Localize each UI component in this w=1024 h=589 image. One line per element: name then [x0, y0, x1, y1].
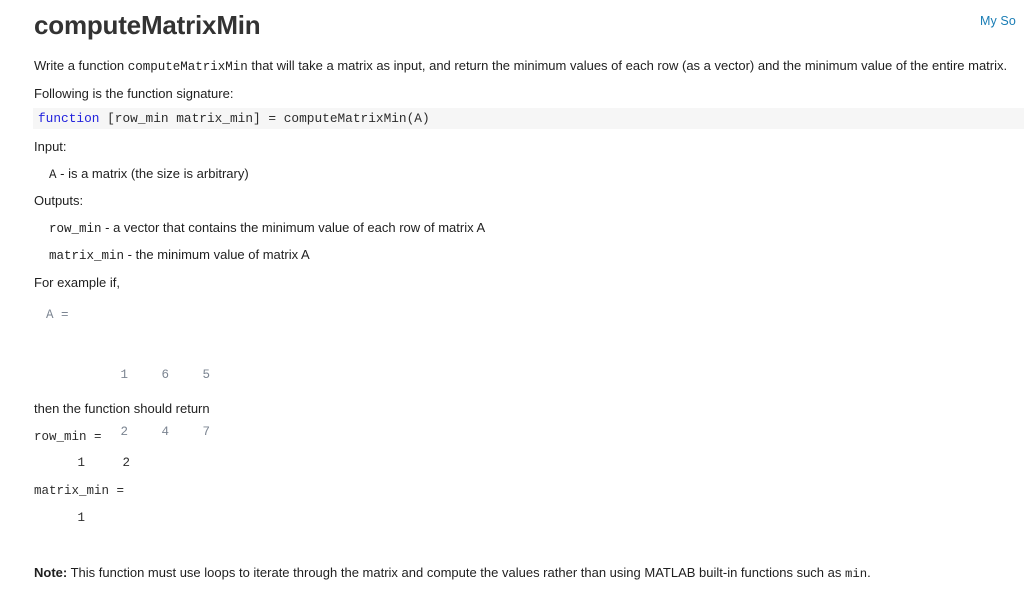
- keyword-function: function: [38, 111, 100, 126]
- input-item: A - is a matrix (the size is arbitrary): [49, 166, 249, 183]
- output-item-row-min: row_min - a vector that contains the min…: [49, 220, 485, 237]
- note-paragraph: Note: This function must use loops to it…: [34, 565, 871, 582]
- example-matrix-label: A =: [46, 308, 69, 322]
- result-row-min-label: row_min =: [34, 430, 102, 444]
- page-title: computeMatrixMin: [34, 10, 261, 40]
- intro-paragraph: Write a function computeMatrixMin that w…: [34, 58, 1007, 75]
- matrix-cell: 7: [202, 425, 211, 439]
- problem-description-page: My So computeMatrixMin Write a function …: [0, 0, 1024, 589]
- my-solutions-link[interactable]: My So: [980, 14, 1016, 28]
- signature-intro-text: Following is the function signature:: [34, 86, 234, 101]
- matrix-cell: 4: [161, 425, 170, 439]
- intro-text-before: Write a function: [34, 58, 128, 73]
- matrix-cell: 1: [120, 368, 129, 382]
- function-signature-code-block: function [row_min matrix_min] = computeM…: [33, 108, 1024, 129]
- vector-cell: 1: [77, 456, 85, 470]
- then-return-text: then the function should return: [34, 401, 210, 416]
- vector-cell: 1: [77, 511, 85, 525]
- output-item-matrix-min: matrix_min - the minimum value of matrix…: [49, 247, 310, 264]
- note-text-after: .: [867, 565, 871, 580]
- intro-inline-code: computeMatrixMin: [127, 60, 248, 74]
- top-links-container: My So: [980, 12, 1024, 30]
- output-matrix-min-code: matrix_min: [49, 249, 125, 263]
- outputs-label: Outputs:: [34, 193, 84, 208]
- output-row-min-code: row_min: [49, 222, 102, 236]
- output-row-min-text: - a vector that contains the minimum val…: [101, 220, 486, 235]
- result-matrix-min-values: 1: [34, 511, 85, 525]
- signature-remainder: [row_min matrix_min] = computeMatrixMin(…: [99, 111, 430, 126]
- result-row-min-values: 12: [34, 456, 130, 470]
- matrix-row: 1 6 5: [34, 347, 211, 404]
- output-matrix-min-text: - the minimum value of matrix A: [124, 247, 310, 262]
- matrix-cell: 5: [202, 368, 211, 382]
- matrix-cell: 6: [161, 368, 170, 382]
- code-line: function [row_min matrix_min] = computeM…: [38, 111, 430, 126]
- example-intro-text: For example if,: [34, 275, 120, 290]
- result-matrix-min-label: matrix_min =: [34, 484, 125, 498]
- input-item-text: - is a matrix (the size is arbitrary): [56, 166, 249, 181]
- vector-cell: 2: [122, 456, 130, 470]
- note-inline-code: min: [844, 567, 868, 581]
- input-label: Input:: [34, 139, 67, 154]
- note-label: Note:: [34, 565, 68, 580]
- input-item-code: A: [49, 168, 57, 182]
- note-text-before: This function must use loops to iterate …: [67, 565, 845, 580]
- intro-text-after: that will take a matrix as input, and re…: [247, 58, 1008, 73]
